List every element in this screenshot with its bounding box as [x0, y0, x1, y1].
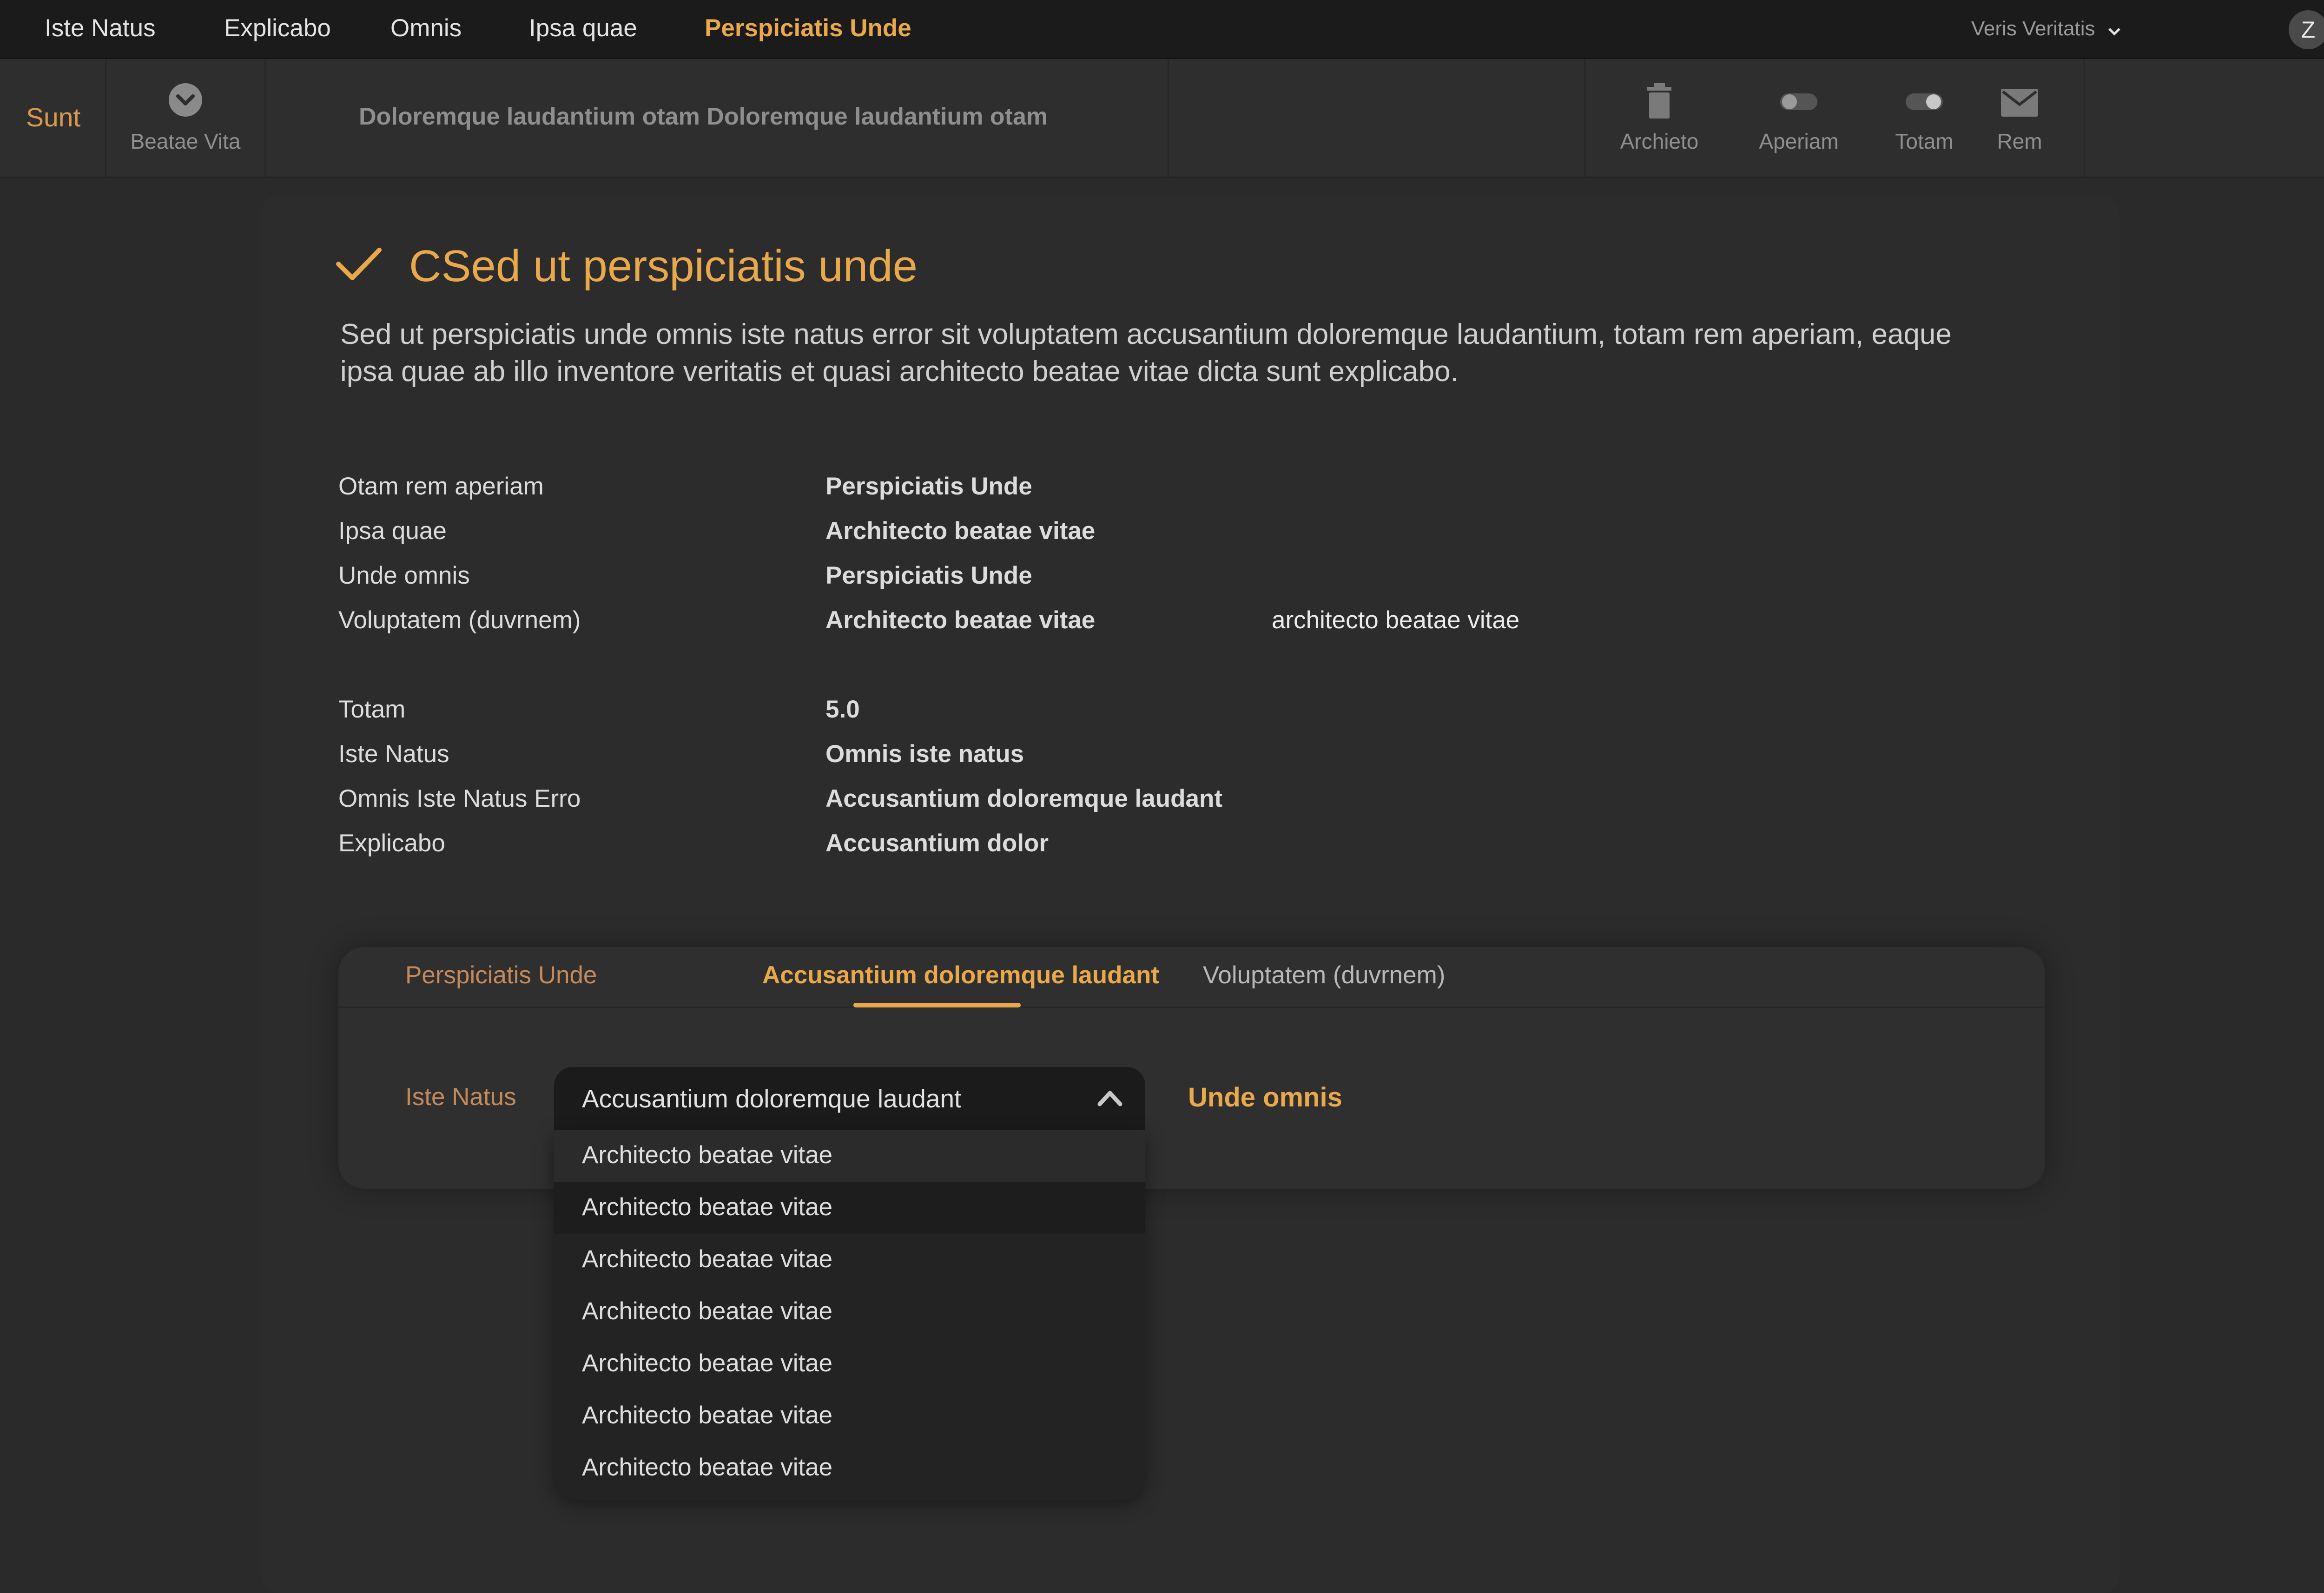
dropdown-option[interactable]: Architecto beatae vitae — [554, 1442, 1145, 1494]
page-intro: Sed ut perspiciatis unde omnis iste natu… — [340, 318, 1952, 388]
nav-item-ipsa-quae[interactable]: Ipsa quae — [529, 0, 637, 58]
aperiam-toggle[interactable]: Aperiam — [1729, 59, 1868, 177]
nav-item-iste-natus[interactable]: Iste Natus — [45, 0, 156, 58]
property-label: Unde omnis — [338, 562, 470, 589]
property-value: Perspiciatis Unde — [825, 562, 1032, 589]
property-value: Perspiciatis Unde — [825, 473, 1032, 500]
dropdown-option[interactable]: Architecto beatae vitae — [554, 1130, 1145, 1182]
tab-voluptatem[interactable]: Voluptatem (duvrnem) — [1203, 961, 1445, 989]
property-label: Totam — [338, 696, 406, 723]
active-tab-indicator — [853, 1003, 1021, 1007]
property-label: Explicabo — [338, 829, 445, 857]
trash-icon — [1645, 82, 1673, 122]
chevron-down-icon — [2107, 1, 2121, 59]
dropdown-option[interactable]: Architecto beatae vitae — [554, 1390, 1145, 1442]
chevron-up-icon — [1097, 1085, 1123, 1115]
toolbar-divider — [2084, 59, 2085, 177]
chevron-circle-icon — [168, 82, 203, 120]
nav-item-explicabo[interactable]: Explicabo — [224, 0, 331, 58]
nav-item-omnis[interactable]: Omnis — [390, 0, 462, 58]
select-dropdown[interactable]: Accusantium doloremque laudant — [554, 1067, 1145, 1130]
toolbar-divider — [1168, 59, 1169, 177]
dropdown-option[interactable]: Architecto beatae vitae — [554, 1338, 1145, 1390]
property-value: Omnis iste natus — [825, 740, 1024, 768]
page-title: CSed ut perspiciatis unde — [409, 241, 918, 291]
dropdown-option[interactable]: Architecto beatae vitae — [554, 1182, 1145, 1234]
rem-button[interactable]: Rem — [1961, 59, 2078, 177]
mail-icon — [2000, 88, 2039, 120]
unde-omnis-link[interactable]: Unde omnis — [1188, 1082, 1342, 1113]
main-panel — [260, 195, 2119, 1593]
user-menu-label: Veris Veritatis — [1971, 17, 2095, 40]
dropdown-option[interactable]: Architecto beatae vitae — [554, 1234, 1145, 1286]
top-nav-bar: Iste Natus Explicabo Omnis Ipsa quae Per… — [0, 0, 2324, 59]
rem-label: Rem — [1997, 129, 2042, 153]
property-value: Architecto beatae vitae — [825, 517, 1096, 545]
property-value: Accusantium dolor — [825, 829, 1049, 857]
user-menu[interactable]: Veris Veritatis — [1971, 0, 2121, 58]
archieto-label: Archieto — [1620, 129, 1699, 153]
property-label: Iste Natus — [338, 740, 449, 768]
tab-accusantium[interactable]: Accusantium doloremque laudant — [762, 961, 1159, 989]
avatar[interactable]: Z — [2289, 10, 2324, 49]
nav-item-perspiciatis-unde[interactable]: Perspiciatis Unde — [705, 0, 911, 58]
toolbar-divider — [264, 59, 266, 177]
toolbar-divider — [1584, 59, 1585, 177]
tabs-divider — [338, 1007, 2045, 1008]
dropdown-options-list: Architecto beatae vitae Architecto beata… — [554, 1130, 1145, 1500]
archieto-button[interactable]: Archieto — [1590, 59, 1729, 177]
property-extra-value: architecto beatae vitae — [1272, 606, 1520, 634]
property-value: Architecto beatae vitae — [825, 606, 1096, 634]
toggle-on-icon — [1905, 92, 1944, 114]
aperiam-label: Aperiam — [1759, 129, 1839, 153]
toggle-off-icon — [1779, 92, 1818, 114]
property-value: Accusantium doloremque laudant — [825, 785, 1223, 812]
beatae-vita-button[interactable]: Beatae Vita — [106, 59, 264, 177]
toolbar: Sunt Beatae Vita Doloremque laudantium o… — [0, 59, 2324, 178]
property-label: Omnis Iste Natus Erro — [338, 785, 581, 812]
beatae-vita-label: Beatae Vita — [130, 129, 241, 153]
property-label: Otam rem aperiam — [338, 473, 544, 500]
tab-perspiciatis-unde[interactable]: Perspiciatis Unde — [405, 961, 597, 989]
toolbar-section-label[interactable]: Sunt — [26, 59, 80, 177]
property-label: Ipsa quae — [338, 517, 447, 545]
select-value: Accusantium doloremque laudant — [582, 1084, 962, 1113]
field-label: Iste Natus — [405, 1083, 516, 1111]
property-value: 5.0 — [825, 696, 860, 723]
checkmark-icon — [335, 246, 383, 286]
toolbar-description: Doloremque laudantium otam Doloremque la… — [359, 103, 1048, 130]
property-label: Voluptatem (duvrnem) — [338, 606, 581, 634]
dropdown-option[interactable]: Architecto beatae vitae — [554, 1286, 1145, 1338]
